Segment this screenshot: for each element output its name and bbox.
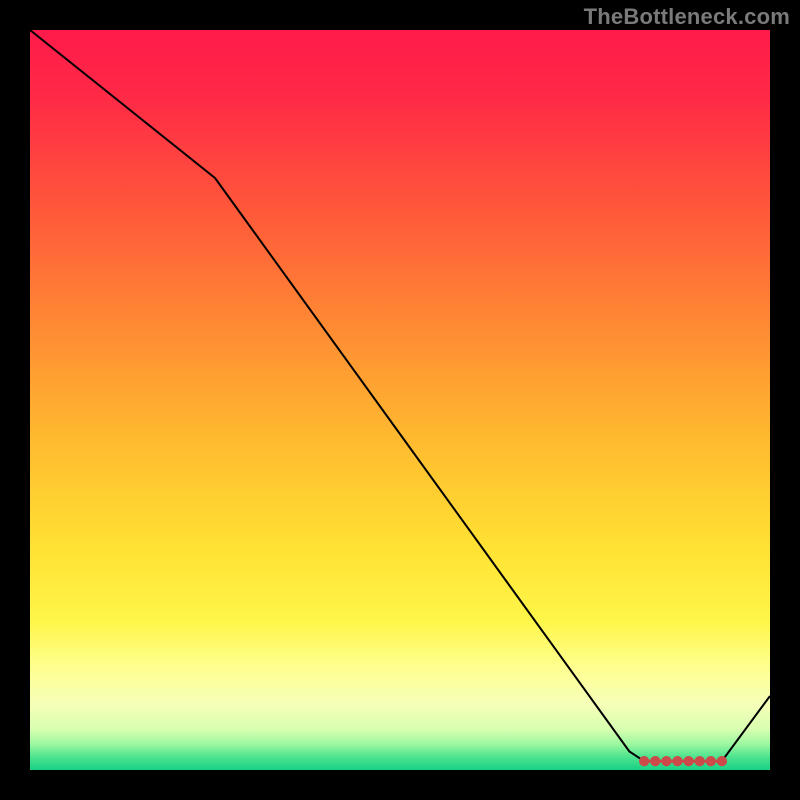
chart-marker [706, 756, 716, 766]
chart-stage: TheBottleneck.com [0, 0, 800, 800]
chart-marker [683, 756, 693, 766]
chart-markers [639, 756, 727, 766]
chart-marker [639, 756, 649, 766]
chart-marker [661, 756, 671, 766]
watermark-text: TheBottleneck.com [584, 4, 790, 30]
plot-area [30, 30, 770, 770]
chart-svg [30, 30, 770, 770]
chart-marker [650, 756, 660, 766]
chart-marker [672, 756, 682, 766]
chart-marker [695, 756, 705, 766]
chart-marker [717, 756, 727, 766]
chart-line [30, 30, 770, 761]
